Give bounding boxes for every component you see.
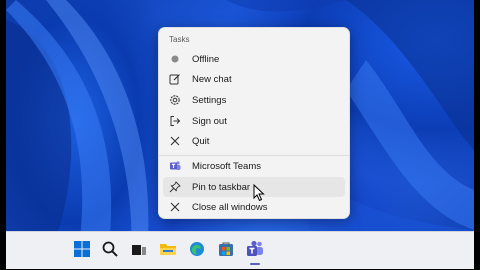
menu-item-label: Pin to taskbar [192, 181, 251, 193]
search-icon[interactable] [101, 240, 119, 258]
menu-item-quit[interactable]: Quit [163, 131, 345, 151]
pin-icon [169, 181, 181, 193]
compose-icon [169, 73, 181, 85]
menu-item-microsoft-teams[interactable]: Microsoft Teams [163, 156, 345, 176]
menu-item-label: Quit [192, 135, 210, 147]
menu-item-offline[interactable]: Offline [163, 49, 345, 69]
running-app-indicator [250, 263, 260, 265]
task-view-icon[interactable] [130, 240, 148, 258]
menu-item-label: Offline [192, 53, 220, 65]
taskbar [6, 231, 474, 269]
menu-item-label: New chat [192, 73, 232, 85]
menu-item-new-chat[interactable]: New chat [163, 69, 345, 89]
menu-item-sign-out[interactable]: Sign out [163, 111, 345, 131]
teams-icon [169, 160, 181, 172]
menu-item-label: Microsoft Teams [192, 160, 261, 172]
menu-item-settings[interactable]: Settings [163, 90, 345, 110]
close-icon [169, 201, 181, 213]
menu-item-label: Settings [192, 94, 227, 106]
sign-out-icon [169, 115, 181, 127]
status-dot-icon [169, 53, 181, 65]
teams-icon[interactable] [246, 240, 264, 258]
store-icon[interactable] [217, 240, 235, 258]
windows-start-icon[interactable] [73, 240, 91, 258]
gear-icon [169, 94, 181, 106]
section-title-tasks: Tasks [169, 35, 190, 44]
mouse-cursor-icon [253, 183, 265, 207]
close-icon [169, 135, 181, 147]
edge-icon[interactable] [188, 240, 206, 258]
file-explorer-icon[interactable] [159, 240, 177, 258]
menu-item-label: Sign out [192, 115, 227, 127]
